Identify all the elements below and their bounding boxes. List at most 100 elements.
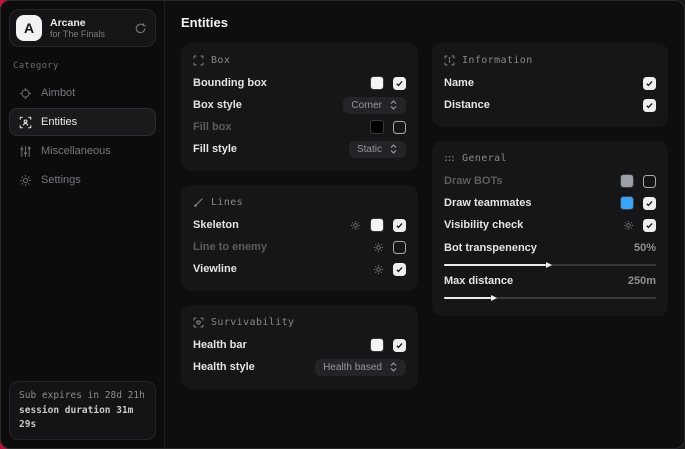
category-label: Category [13,61,152,71]
setting-row-draw-bots: Draw BOTs [444,170,656,192]
setting-label: Bounding box [193,77,267,89]
dropdown-value: Health based [323,362,382,373]
session-duration-text: session duration 31m 29s [19,404,146,433]
setting-row-fill-box: Fill box [193,116,406,138]
main-panel: Entities Box Bounding box [165,1,684,448]
max-distance-slider-block: Max distance 250m [444,272,656,299]
sidebar-item-miscellaneous[interactable]: Miscellaneous [9,137,156,165]
setting-label: Draw teammates [444,197,531,209]
slider-value: 250m [628,275,656,287]
setting-row-distance: Distance [444,94,656,116]
checkbox-unchecked[interactable] [643,175,656,188]
sidebar-item-settings[interactable]: Settings [9,166,156,194]
setting-label: Health style [193,361,255,373]
gear-icon [19,174,32,187]
checkbox-checked[interactable] [643,197,656,210]
checkbox-unchecked[interactable] [393,121,406,134]
grid-dots-icon [444,153,455,164]
setting-label: Name [444,77,474,89]
color-swatch[interactable] [370,76,384,90]
app-avatar: A [16,15,42,41]
setting-row-viewline: Viewline [193,258,406,280]
sidebar: A Arcane for The Finals Category Aimbot [1,1,165,448]
sidebar-item-entities[interactable]: Entities [9,108,156,136]
logo-card: A Arcane for The Finals [9,9,156,47]
setting-row-line-to-enemy: Line to enemy [193,236,406,258]
settings-gear-icon[interactable] [373,264,384,275]
setting-label: Visibility check [444,219,523,231]
checkbox-checked[interactable] [643,99,656,112]
card-title: Information [462,55,533,66]
setting-row-box-style: Box style Corner [193,94,406,116]
card-title: Survivability [211,317,294,328]
app-name: Arcane [50,17,126,29]
setting-label: Bot transpenency [444,242,537,254]
card-title: Lines [211,197,243,208]
dropdown-value: Corner [351,100,382,111]
color-swatch[interactable] [370,120,384,134]
page-title: Entities [181,15,668,30]
card-title: General [462,153,507,164]
survivability-card: Survivability Health bar Health style [181,305,418,389]
setting-label: Fill box [193,121,232,133]
setting-row-health-style: Health style Health based [193,356,406,378]
crosshair-icon [19,87,32,100]
app-subtitle: for The Finals [50,29,126,39]
checkbox-checked[interactable] [643,219,656,232]
logo-text: Arcane for The Finals [50,17,126,39]
dropdown-value: Static [357,144,382,155]
setting-label: Health bar [193,339,247,351]
setting-label: Max distance [444,275,513,287]
checkbox-checked[interactable] [393,77,406,90]
max-distance-slider[interactable] [444,297,656,299]
checkbox-checked[interactable] [393,263,406,276]
settings-gear-icon[interactable] [373,242,384,253]
color-swatch[interactable] [370,338,384,352]
checkbox-checked[interactable] [393,339,406,352]
checkbox-checked[interactable] [393,219,406,232]
chevron-updown-icon [389,144,398,154]
setting-label: Skeleton [193,219,239,231]
setting-label: Fill style [193,143,237,155]
sidebar-item-aimbot[interactable]: Aimbot [9,79,156,107]
health-scan-icon [193,317,204,328]
setting-label: Draw BOTs [444,175,502,187]
lines-card: Lines Skeleton [181,185,418,291]
color-swatch[interactable] [620,174,634,188]
sync-icon[interactable] [134,22,147,35]
sub-expiry-text: Sub expires in 28d 21h [19,389,146,403]
settings-gear-icon[interactable] [623,220,634,231]
left-column: Box Bounding box Box style [181,43,418,389]
setting-row-fill-style: Fill style Static [193,138,406,160]
checkbox-checked[interactable] [643,77,656,90]
setting-label: Viewline [193,263,237,275]
setting-row-visibility-check: Visibility check [444,214,656,236]
sidebar-item-label: Aimbot [41,87,75,99]
settings-gear-icon[interactable] [350,220,361,231]
setting-row-health-bar: Health bar [193,334,406,356]
card-title: Box [211,55,230,66]
bot-transparency-slider-block: Bot transpenency 50% [444,239,656,266]
entities-scan-icon [19,116,32,129]
sidebar-item-label: Settings [41,174,81,186]
health-style-dropdown[interactable]: Health based [315,359,406,376]
box-card: Box Bounding box Box style [181,43,418,171]
line-icon [193,197,204,208]
setting-label: Line to enemy [193,241,267,253]
checkbox-unchecked[interactable] [393,241,406,254]
color-swatch[interactable] [620,196,634,210]
fill-style-dropdown[interactable]: Static [349,141,406,158]
sidebar-item-label: Entities [41,116,77,128]
right-column: Information Name Distance [432,43,668,316]
app-window: A Arcane for The Finals Category Aimbot [0,0,685,449]
sliders-icon [19,145,32,158]
sidebar-item-label: Miscellaneous [41,145,111,157]
general-card: General Draw BOTs Draw teammates [432,141,668,316]
slider-value: 50% [634,242,656,254]
bot-transparency-slider[interactable] [444,264,656,266]
information-icon [444,55,455,66]
color-swatch[interactable] [370,218,384,232]
box-style-dropdown[interactable]: Corner [343,97,406,114]
subscription-footer: Sub expires in 28d 21h session duration … [9,381,156,440]
chevron-updown-icon [389,362,398,372]
